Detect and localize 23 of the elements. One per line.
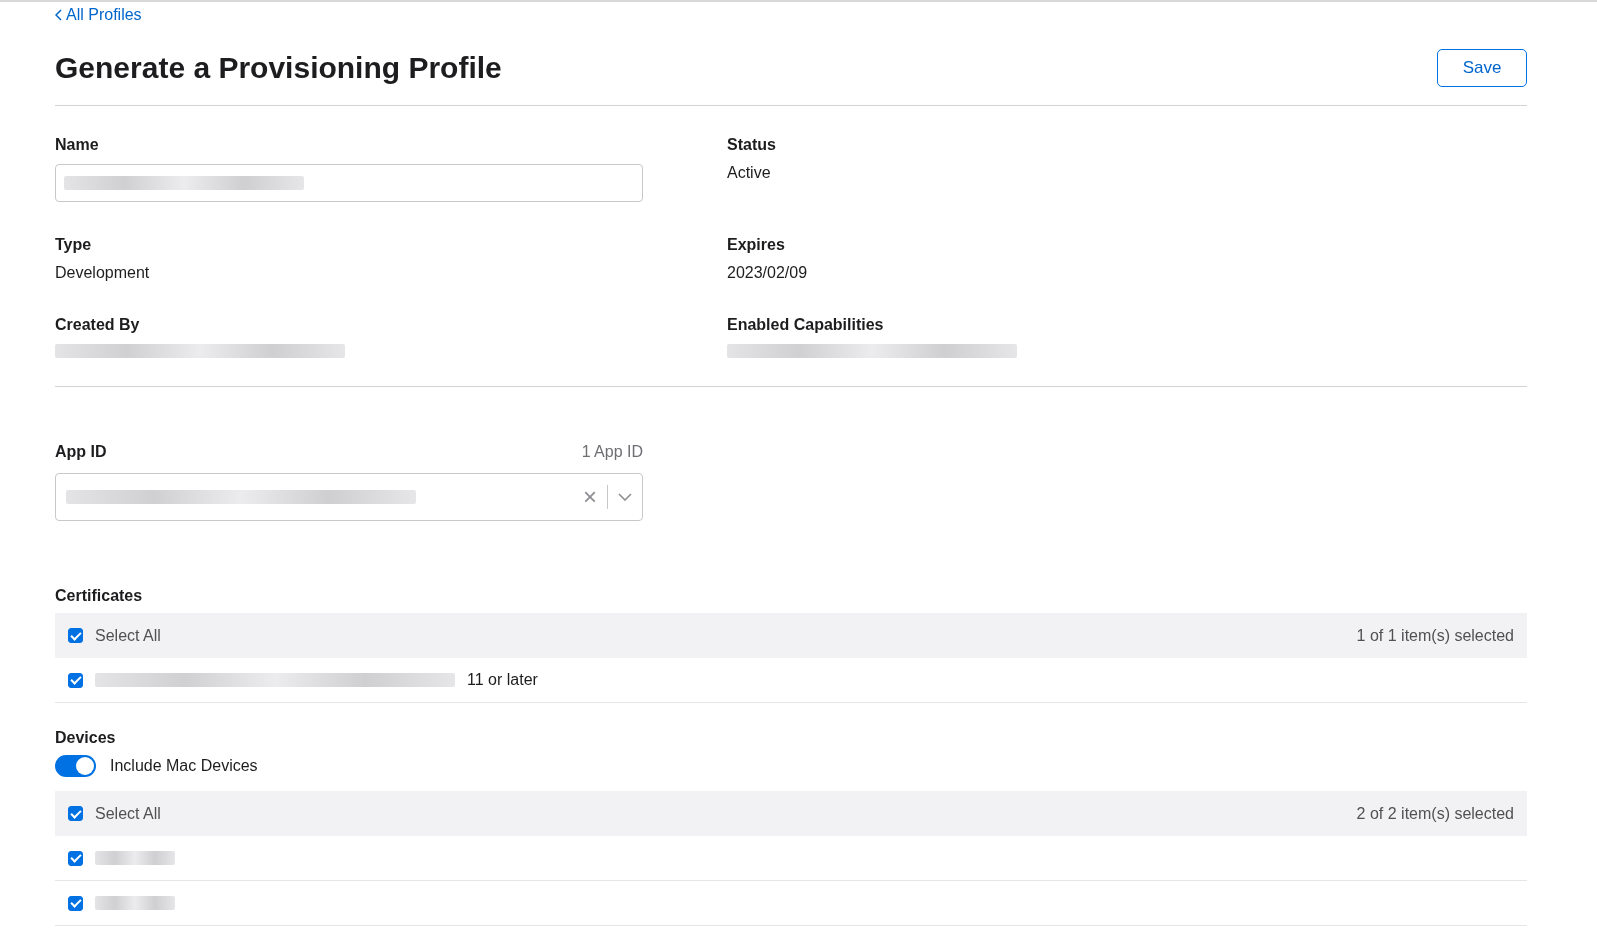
page-title: Generate a Provisioning Profile [55, 51, 502, 85]
detail-label: Created By [55, 316, 141, 334]
selection-summary: 1 of 1 item(s) selected [1356, 626, 1514, 645]
save-button[interactable]: Save [1437, 49, 1527, 87]
select-all-label: Select All [95, 626, 161, 645]
detail-label: Status [727, 136, 777, 154]
selection-summary: 2 of 2 item(s) selected [1356, 804, 1514, 823]
detail-label: Enabled Capabilities [727, 316, 885, 334]
app-id-label: App ID [55, 443, 107, 461]
certificate-label: 11 or later [467, 671, 538, 689]
app-id-select[interactable]: × [55, 473, 643, 521]
detail-value: Active [727, 164, 772, 182]
select-all-label: Select All [95, 804, 161, 823]
detail-value: 2023/02/09 [727, 264, 809, 282]
detail-label: Type [55, 236, 93, 254]
toggle-label: Include Mac Devices [110, 757, 258, 775]
detail-value: Development [55, 264, 151, 282]
section-title: Devices [55, 729, 117, 747]
app-id-count: 1 App ID [581, 443, 643, 461]
section-title: Certificates [55, 587, 144, 605]
detail-label: Name [55, 136, 100, 154]
all-profiles-link[interactable]: All Profiles [55, 6, 142, 24]
detail-label: Expires [727, 236, 786, 254]
